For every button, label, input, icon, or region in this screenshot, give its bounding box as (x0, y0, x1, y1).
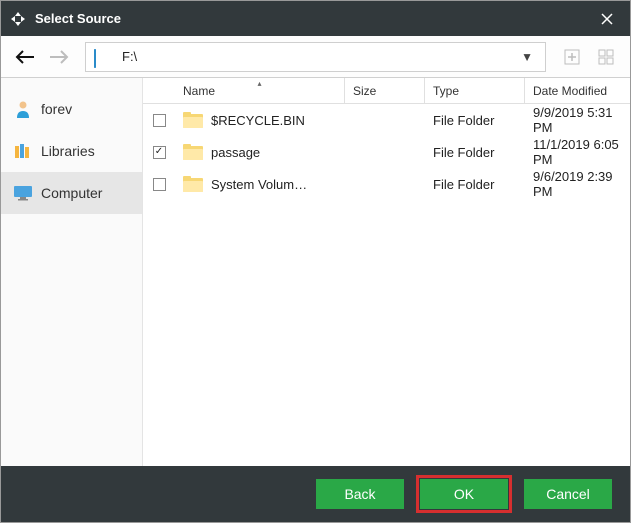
nav-back-button[interactable] (11, 43, 39, 71)
column-header-name[interactable]: ▴ Name (175, 78, 345, 103)
dialog-body: forev Libraries Computer ▴ Name (1, 78, 630, 466)
column-header-date[interactable]: Date Modified (525, 78, 630, 103)
file-rows: $RECYCLE.BIN File Folder 9/9/2019 5:31 P… (143, 104, 630, 466)
chevron-down-icon: ▼ (517, 50, 537, 64)
file-date: 11/1/2019 6:05 PM (533, 137, 622, 167)
file-list: ▴ Name Size Type Date Modified $RECYCLE.… (143, 78, 630, 466)
footer: Back OK Cancel (1, 466, 630, 522)
libraries-icon (13, 141, 33, 161)
folder-icon (183, 176, 203, 192)
back-button[interactable]: Back (316, 479, 404, 509)
file-name: System Volum… (211, 177, 307, 192)
titlebar: Select Source (1, 1, 630, 36)
column-header-size[interactable]: Size (345, 78, 425, 103)
app-icon (9, 10, 27, 28)
view-grid-button[interactable] (592, 43, 620, 71)
file-row[interactable]: ✓ passage File Folder 11/1/2019 6:05 PM (143, 136, 630, 168)
file-type: File Folder (433, 113, 494, 128)
new-folder-button[interactable] (558, 43, 586, 71)
column-header-checkbox[interactable] (143, 78, 175, 103)
file-row[interactable]: $RECYCLE.BIN File Folder 9/9/2019 5:31 P… (143, 104, 630, 136)
column-headers: ▴ Name Size Type Date Modified (143, 78, 630, 104)
sort-asc-icon: ▴ (257, 79, 261, 88)
folder-icon (183, 144, 203, 160)
dialog-window: Select Source F:\ ▼ for (0, 0, 631, 523)
sidebar-item-label: forev (41, 101, 72, 117)
user-icon (13, 99, 33, 119)
toolbar: F:\ ▼ (1, 36, 630, 78)
dialog-title: Select Source (35, 11, 592, 26)
file-type: File Folder (433, 145, 494, 160)
ok-button[interactable]: OK (420, 479, 508, 509)
drive-icon (94, 50, 114, 64)
row-checkbox[interactable]: ✓ (153, 146, 166, 159)
file-row[interactable]: System Volum… File Folder 9/6/2019 2:39 … (143, 168, 630, 200)
sidebar-item-libraries[interactable]: Libraries (1, 130, 142, 172)
sidebar-item-label: Computer (41, 185, 102, 201)
file-date: 9/6/2019 2:39 PM (533, 169, 622, 199)
path-dropdown[interactable]: F:\ ▼ (85, 42, 546, 72)
nav-forward-button[interactable] (45, 43, 73, 71)
cancel-button[interactable]: Cancel (524, 479, 612, 509)
folder-icon (183, 112, 203, 128)
sidebar: forev Libraries Computer (1, 78, 143, 466)
sidebar-item-computer[interactable]: Computer (1, 172, 142, 214)
file-date: 9/9/2019 5:31 PM (533, 105, 622, 135)
row-checkbox[interactable] (153, 114, 166, 127)
file-name: passage (211, 145, 260, 160)
sidebar-item-label: Libraries (41, 143, 95, 159)
row-checkbox[interactable] (153, 178, 166, 191)
file-type: File Folder (433, 177, 494, 192)
close-button[interactable] (592, 4, 622, 34)
sidebar-item-forev[interactable]: forev (1, 88, 142, 130)
path-text: F:\ (122, 49, 517, 64)
monitor-icon (13, 183, 33, 203)
file-name: $RECYCLE.BIN (211, 113, 305, 128)
column-header-type[interactable]: Type (425, 78, 525, 103)
